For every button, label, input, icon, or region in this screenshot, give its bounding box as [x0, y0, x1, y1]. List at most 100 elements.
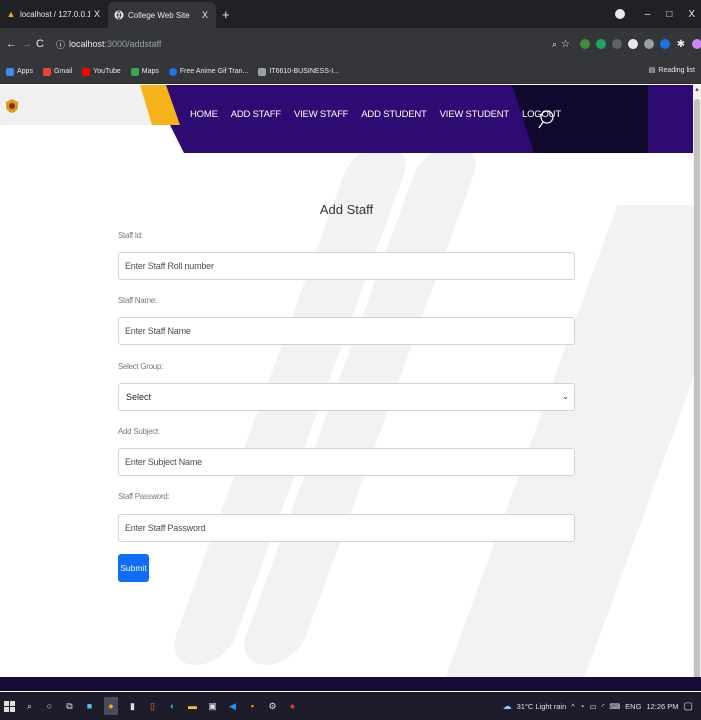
app-icon[interactable]: ▪: [247, 701, 258, 712]
bookmark-it6610[interactable]: IT6610-BUSINESS-I...: [258, 67, 339, 76]
bookmark-apps[interactable]: Apps: [6, 67, 33, 76]
reading-list-icon: ▤: [648, 67, 656, 74]
extension-icon[interactable]: [579, 39, 590, 49]
vscode-icon[interactable]: ◀: [227, 701, 238, 712]
nav-view-staff[interactable]: VIEW STAFF: [294, 109, 348, 120]
maps-icon: [130, 67, 139, 76]
bookmark-anime-gif[interactable]: Free Anime Gif Tran...: [168, 67, 248, 76]
windows-start-icon[interactable]: [4, 700, 15, 712]
group-label: Select Group:: [118, 362, 164, 371]
chevron-up-icon[interactable]: ^: [571, 702, 575, 711]
window-controls: – □ X: [614, 0, 695, 28]
scrollbar-thumb[interactable]: [694, 99, 700, 679]
main-nav: HOME ADD STAFF VIEW STAFF ADD STUDENT VI…: [190, 109, 574, 120]
extension-icons: ✱ ⋮: [579, 39, 701, 50]
tab-label: College Web Site: [128, 10, 190, 20]
bookmark-label: Maps: [141, 68, 159, 75]
extension-icon[interactable]: [611, 39, 622, 49]
windows-taskbar: ⌕ ○ ⧉ ■ ● ▮ ▯ ◐ ▬ ▣ ◀ ▪ ⚙ ● ☁ 31°C Light…: [0, 692, 701, 720]
reading-list-button[interactable]: ▤ Reading list: [648, 66, 695, 75]
staff-name-input[interactable]: [118, 317, 575, 345]
maximize-button[interactable]: □: [666, 9, 672, 20]
clock[interactable]: 12:26 PM: [646, 702, 678, 711]
college-logo-icon[interactable]: [6, 99, 18, 113]
new-tab-button[interactable]: +: [222, 0, 230, 28]
bookmarks-bar: Apps Gmail YouTube Maps Free Anime Gif T…: [0, 60, 701, 84]
language-indicator[interactable]: ENG: [625, 702, 641, 711]
nav-view-student[interactable]: VIEW STUDENT: [440, 109, 510, 120]
group-select[interactable]: Select ⌄: [118, 383, 575, 411]
battery-icon[interactable]: ▭: [589, 702, 596, 711]
wifi-icon[interactable]: ◜: [601, 702, 604, 711]
bookmark-label: IT6610-BUSINESS-I...: [269, 68, 339, 75]
bookmark-youtube[interactable]: YouTube: [82, 67, 121, 76]
staff-id-input[interactable]: [118, 252, 575, 280]
cortana-icon[interactable]: ○: [44, 701, 55, 712]
password-input[interactable]: [118, 514, 575, 542]
app-icon[interactable]: ▣: [207, 701, 218, 712]
keyboard-icon[interactable]: ⌨: [609, 702, 620, 711]
settings-icon[interactable]: ⚙: [267, 701, 278, 712]
page-scrollbar[interactable]: ▲: [693, 85, 701, 679]
task-view-icon[interactable]: ⧉: [64, 701, 75, 712]
staff-name-label: Staff Name:: [118, 296, 157, 305]
group-selected-value: Select: [126, 392, 152, 402]
form-title: Add Staff: [319, 202, 374, 217]
puzzle-icon[interactable]: ✱: [676, 39, 686, 50]
bookmark-gmail[interactable]: Gmail: [42, 67, 72, 76]
chrome-icon[interactable]: ●: [287, 701, 298, 712]
minimize-button[interactable]: –: [645, 9, 651, 20]
password-label: Staff Password:: [118, 492, 170, 501]
file-explorer-icon[interactable]: ▬: [187, 701, 198, 712]
bookmark-star-icon[interactable]: ☆: [561, 39, 570, 50]
file-icon[interactable]: ▮: [127, 701, 138, 712]
weather-text[interactable]: 31°C Light rain: [517, 702, 567, 711]
network-icon[interactable]: ◔: [580, 702, 585, 711]
nav-add-student[interactable]: ADD STUDENT: [361, 109, 427, 120]
browser-titlebar: ▲ localhost / 127.0.0.1 | phpMyAdr X Col…: [0, 0, 701, 28]
bookmark-label: Apps: [17, 68, 33, 75]
info-icon[interactable]: ⓘ: [56, 38, 65, 51]
close-window-button[interactable]: X: [688, 9, 695, 20]
forward-arrow-icon[interactable]: →: [21, 38, 32, 50]
reload-icon[interactable]: C: [36, 38, 44, 50]
nav-add-staff[interactable]: ADD STAFF: [231, 109, 281, 120]
profile-icon[interactable]: [614, 9, 625, 19]
subject-label: Add Subject:: [118, 427, 160, 436]
nav-home[interactable]: HOME: [190, 109, 218, 120]
tab-phpmyadmin[interactable]: ▲ localhost / 127.0.0.1 | phpMyAdr X: [0, 0, 108, 28]
system-tray: ☁ 31°C Light rain ^ ◔ ▭ ◜ ⌨ ENG 12:26 PM…: [503, 692, 693, 720]
url-field[interactable]: ⓘ localhost:3000/addstaff: [51, 33, 552, 55]
header-right-block: [648, 85, 693, 153]
bookmark-label: YouTube: [93, 68, 121, 75]
chrome-icon[interactable]: ●: [104, 697, 118, 715]
notifications-icon[interactable]: ▢: [684, 701, 693, 712]
subject-input[interactable]: [118, 448, 575, 476]
extension-icon[interactable]: [659, 39, 670, 49]
extension-icon[interactable]: [595, 39, 606, 49]
globe-icon: [114, 10, 124, 20]
tab-close-icon[interactable]: X: [202, 10, 208, 20]
gmail-icon: [42, 67, 51, 76]
tab-close-icon[interactable]: X: [94, 9, 100, 19]
back-arrow-icon[interactable]: ←: [6, 38, 17, 50]
store-icon[interactable]: ■: [84, 701, 95, 712]
tab-label: localhost / 127.0.0.1 | phpMyAdr: [20, 9, 90, 19]
url-path: :3000/addstaff: [104, 39, 162, 49]
tab-college-web-site[interactable]: College Web Site X: [108, 2, 216, 28]
search-icon[interactable]: [538, 109, 556, 129]
reading-list-label: Reading list: [658, 66, 695, 74]
extension-icon[interactable]: [627, 39, 638, 49]
search-icon[interactable]: ⌕: [24, 701, 35, 712]
submit-button[interactable]: Submit: [118, 554, 149, 582]
scroll-up-icon[interactable]: ▲: [694, 87, 700, 93]
weather-icon: ☁: [502, 700, 512, 711]
edge-icon[interactable]: ◐: [167, 701, 178, 712]
extension-icon[interactable]: [643, 39, 654, 49]
page-content: HOME ADD STAFF VIEW STAFF ADD STUDENT VI…: [0, 85, 693, 677]
app-icon[interactable]: ▯: [147, 701, 158, 712]
zoom-icon[interactable]: ⌕: [552, 39, 557, 50]
bookmark-maps[interactable]: Maps: [130, 67, 159, 76]
url-host: localhost: [68, 39, 105, 49]
avatar[interactable]: [691, 39, 701, 49]
